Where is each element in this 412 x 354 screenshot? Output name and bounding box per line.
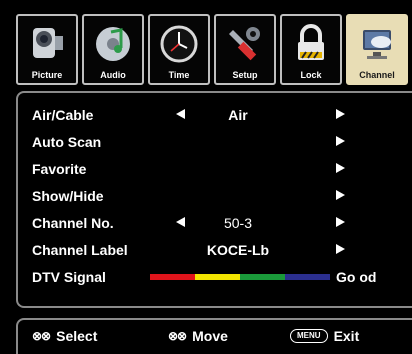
category-tab-bar: Picture Audio Time Setup Lock Channel [16,14,412,89]
setting-label: DTV Signal [32,269,106,285]
tab-time[interactable]: Time [148,14,210,85]
tab-label: Picture [31,70,63,80]
signal-segment-green [240,274,285,280]
arrow-right-icon[interactable] [336,109,345,119]
setting-label: Channel Label [32,242,128,258]
setting-value: Air [228,107,248,123]
menu-row-favorite[interactable]: Favorite [18,157,412,181]
setting-label: Channel No. [32,215,114,231]
tab-picture[interactable]: Picture [16,14,78,85]
tab-audio[interactable]: Audio [82,14,144,85]
arrow-right-icon[interactable] [336,136,345,146]
signal-strength-bar [150,274,330,280]
menu-key-icon: MENU [290,329,328,343]
up-down-arrows-icon: ⊗⊗ [32,329,51,343]
tab-label: Channel [359,70,395,80]
signal-segment-blue [285,274,330,280]
menu-row-auto-scan[interactable]: Auto Scan [18,130,412,154]
satellite-dish-icon [363,30,391,59]
channel-settings-panel: Air/Cable Air Auto Scan Favorite Show/Hi… [16,91,412,308]
tab-label: Audio [100,70,126,80]
help-label: Move [192,328,228,344]
help-move: ⊗⊗ Move [168,328,228,344]
menu-row-channel-label[interactable]: Channel Label KOCE-Lb [18,238,412,262]
signal-quality: Go od [336,269,377,285]
menu-row-air-cable[interactable]: Air/Cable Air [18,103,412,127]
menu-row-channel-no[interactable]: Channel No. 50-3 [18,211,412,235]
help-exit: MENU Exit [290,328,359,344]
arrow-right-icon[interactable] [336,190,345,200]
tv-osd-menu: Picture Audio Time Setup Lock Channel Ai… [0,0,412,354]
padlock-icon [298,24,324,60]
setting-label: Favorite [32,161,87,177]
help-bar: ⊗⊗ Select ⊗⊗ Move MENU Exit [16,318,412,354]
tab-setup[interactable]: Setup [214,14,276,85]
menu-row-show-hide[interactable]: Show/Hide [18,184,412,208]
tab-label: Setup [232,70,258,80]
help-label: Select [56,328,98,344]
tab-label: Lock [300,70,322,80]
setting-label: Show/Hide [32,188,104,204]
music-disc-icon [96,27,130,61]
signal-segment-red [150,274,195,280]
help-label: Exit [333,328,360,344]
tab-label: Time [168,70,190,80]
setting-label: Air/Cable [32,107,94,123]
clock-icon [160,25,198,63]
arrow-right-icon[interactable] [336,244,345,254]
arrow-right-icon[interactable] [336,163,345,173]
tab-lock[interactable]: Lock [280,14,342,85]
tools-icon [229,27,260,61]
left-right-arrows-icon: ⊗⊗ [168,329,187,343]
setting-value: 50-3 [223,215,253,231]
menu-row-dtv-signal: DTV Signal Go od [18,265,412,289]
camcorder-icon [33,28,63,58]
arrow-left-icon[interactable] [176,217,185,227]
arrow-right-icon[interactable] [336,217,345,227]
tab-channel[interactable]: Channel [346,14,408,85]
setting-value: KOCE-Lb [206,242,270,258]
arrow-left-icon[interactable] [176,109,185,119]
signal-segment-yellow [195,274,240,280]
setting-label: Auto Scan [32,134,102,150]
help-select: ⊗⊗ Select [32,328,97,344]
